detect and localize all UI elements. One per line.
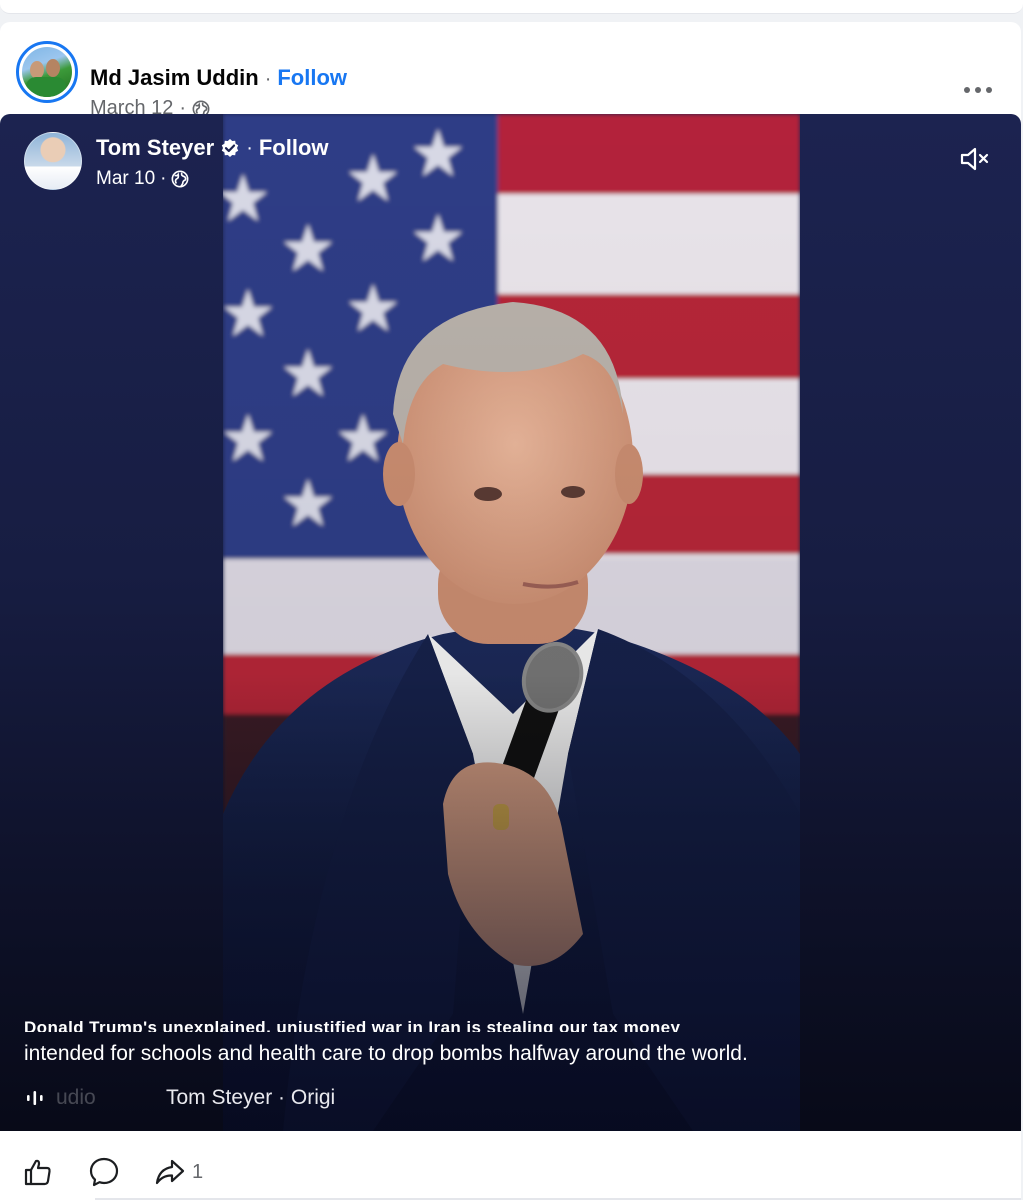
share-arrow-icon — [155, 1159, 185, 1185]
audio-wave-icon — [27, 1091, 43, 1105]
audio-attribution[interactable]: udio Tom Steyer · Origi — [24, 1086, 344, 1110]
video-frame-image — [223, 114, 800, 1131]
video-caption-line-1: Donald Trump's unexplained, unjustified … — [24, 1018, 681, 1032]
share-button[interactable]: 1 — [154, 1154, 203, 1190]
post-author-row: Md Jasim Uddin · Follow — [90, 65, 347, 91]
like-button[interactable] — [22, 1154, 54, 1190]
video-caption-line-2: intended for schools and health care to … — [24, 1042, 748, 1065]
video-author-row: Tom Steyer · Follow — [96, 135, 329, 161]
video-author-name[interactable]: Tom Steyer — [96, 135, 214, 161]
separator-dot: · — [246, 136, 253, 159]
post-author-name[interactable]: Md Jasim Uddin — [90, 65, 259, 91]
audio-track-name[interactable]: Tom Steyer · Origi — [166, 1086, 344, 1110]
more-options-button[interactable] — [958, 78, 998, 102]
video-author-avatar[interactable] — [24, 132, 82, 190]
avatar-shirt — [26, 77, 66, 97]
video-follow-button[interactable]: Follow — [259, 135, 329, 161]
avatar-photo — [22, 47, 72, 97]
post-actions-bar: 1 — [0, 1144, 1021, 1200]
muted-speaker-icon — [960, 147, 989, 171]
more-options-icon — [964, 87, 992, 93]
audio-label: udio — [56, 1086, 96, 1109]
verified-badge-icon — [221, 139, 239, 157]
previous-post-edge — [0, 0, 1023, 14]
follow-button[interactable]: Follow — [277, 65, 347, 91]
separator-dot: · — [264, 68, 272, 90]
globe-icon — [172, 170, 189, 188]
video-frame — [223, 114, 800, 1131]
video-meta-row: Mar 10 · — [96, 168, 189, 190]
post-card: Md Jasim Uddin · Follow March 12 · Tom S… — [0, 22, 1021, 1200]
avatar-person-2 — [46, 59, 60, 77]
like-thumb-icon — [24, 1159, 51, 1186]
author-avatar[interactable] — [16, 41, 78, 103]
comment-button[interactable] — [88, 1154, 120, 1190]
comment-bubble-icon — [89, 1157, 119, 1187]
video-date[interactable]: Mar 10 — [96, 168, 155, 190]
share-count: 1 — [192, 1160, 204, 1183]
video-player[interactable]: Tom Steyer · Follow Mar 10 · Donald Trum… — [0, 114, 1021, 1131]
separator-dot: · — [160, 168, 167, 189]
mute-toggle-button[interactable] — [958, 144, 998, 176]
